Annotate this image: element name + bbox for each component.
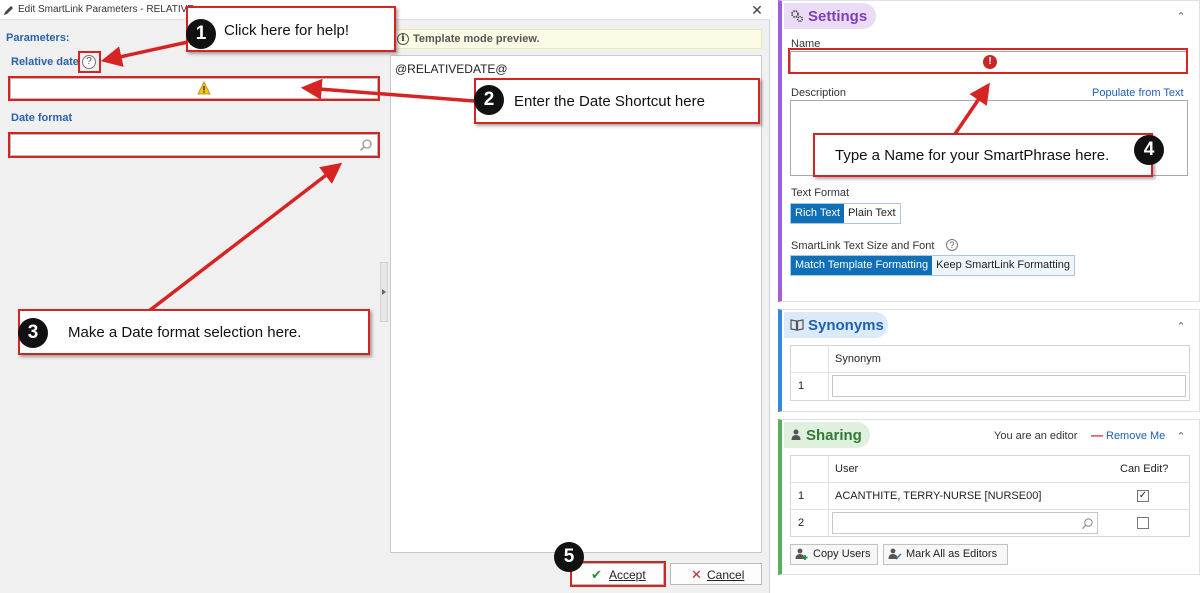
- step-badge-4: 4: [1134, 135, 1164, 165]
- step-badge-2: 2: [474, 85, 504, 115]
- user-column-header: User: [835, 463, 859, 475]
- cancel-label: Cancel: [707, 568, 745, 582]
- rich-text-button[interactable]: Rich Text: [791, 204, 845, 223]
- copy-users-label: Copy Users: [813, 548, 871, 560]
- callout-3: Make a Date format selection here.: [18, 309, 370, 355]
- text-format-toggle: Rich Text Plain Text: [790, 203, 901, 224]
- synonyms-grid: Synonym 1: [790, 345, 1190, 401]
- book-icon: [790, 319, 804, 331]
- font-format-toggle: Match Template Formatting Keep SmartLink…: [790, 255, 1075, 276]
- synonyms-header-row: Synonym: [791, 346, 1189, 373]
- pencil-icon: [4, 6, 13, 15]
- step-badge-5: 5: [554, 542, 584, 572]
- panel-splitter[interactable]: [380, 262, 388, 322]
- date-format-label: Date format: [11, 112, 73, 124]
- step-badge-1: 1: [186, 19, 216, 49]
- can-edit-checkbox[interactable]: ✓: [1137, 490, 1149, 502]
- close-icon[interactable]: ✕: [748, 1, 766, 19]
- chevron-up-icon[interactable]: ⌃: [1174, 430, 1188, 444]
- plain-text-button[interactable]: Plain Text: [844, 204, 900, 223]
- date-format-highlight-box: [8, 132, 380, 158]
- synonyms-section: Synonyms ⌃ Synonym 1: [778, 309, 1200, 412]
- synonym-column-header: Synonym: [835, 353, 881, 365]
- can-edit-checkbox[interactable]: [1137, 517, 1149, 529]
- callout-2: Enter the Date Shortcut here: [474, 78, 760, 124]
- splitter-arrow-icon: [382, 289, 386, 295]
- help-icon[interactable]: ?: [946, 239, 958, 251]
- table-row: 2: [791, 510, 1189, 537]
- chevron-up-icon[interactable]: ⌃: [1174, 320, 1188, 334]
- row-number: 1: [791, 373, 829, 400]
- copy-users-button[interactable]: Copy Users: [790, 544, 878, 565]
- template-preview-area[interactable]: @RELATIVEDATE@: [390, 55, 762, 553]
- dialog-title: Edit SmartLink Parameters - RELATIVE: [18, 4, 194, 15]
- keep-smartlink-formatting-button[interactable]: Keep SmartLink Formatting: [932, 256, 1074, 275]
- relative-date-label: Relative date: [11, 56, 79, 68]
- preview-code: @RELATIVEDATE@: [395, 62, 508, 76]
- text-format-label: Text Format: [791, 187, 850, 199]
- settings-header: Settings: [784, 3, 876, 29]
- remove-me-link[interactable]: Remove Me: [1106, 430, 1165, 442]
- remove-icon: —: [1091, 428, 1103, 442]
- settings-title: Settings: [808, 8, 868, 25]
- cancel-button[interactable]: ✕ Cancel: [670, 563, 762, 585]
- sharing-header: Sharing: [784, 422, 870, 448]
- callout-1: Click here for help!: [186, 6, 396, 52]
- search-icon[interactable]: [1081, 517, 1094, 530]
- can-edit-column-header: Can Edit?: [1120, 463, 1169, 475]
- sharing-section: Sharing You are an editor — Remove Me ⌃ …: [778, 419, 1200, 575]
- font-label: SmartLink Text Size and Font: [791, 240, 935, 252]
- editor-status-text: You are an editor: [994, 430, 1078, 442]
- name-highlight-box: [788, 48, 1188, 74]
- match-template-formatting-button[interactable]: Match Template Formatting: [791, 256, 933, 275]
- preview-bar-text: Template mode preview.: [413, 33, 540, 45]
- row-number: 2: [791, 510, 829, 537]
- callout-4: Type a Name for your SmartPhrase here.: [813, 133, 1153, 177]
- gear-icon: [791, 10, 804, 23]
- row-number-header: [791, 456, 829, 482]
- cancel-x-icon: ✕: [691, 567, 702, 582]
- template-preview-bar: i Template mode preview.: [392, 29, 762, 49]
- sharing-header-row: User Can Edit?: [791, 456, 1189, 483]
- step-badge-3: 3: [18, 318, 48, 348]
- mark-all-editors-button[interactable]: Mark All as Editors: [883, 544, 1008, 565]
- description-label: Description: [791, 87, 847, 99]
- mark-all-editors-label: Mark All as Editors: [906, 548, 998, 560]
- copy-users-icon: [795, 548, 808, 560]
- callout-4-text: Type a Name for your SmartPhrase here.: [835, 147, 1110, 164]
- table-row: 1: [791, 373, 1189, 400]
- row-number: 1: [791, 483, 829, 509]
- relative-date-highlight-box: [8, 76, 380, 101]
- sharing-title: Sharing: [806, 427, 862, 444]
- synonym-input[interactable]: [832, 375, 1186, 397]
- chevron-up-icon[interactable]: ⌃: [1174, 10, 1188, 24]
- populate-from-text-link[interactable]: Populate from Text: [1092, 87, 1184, 99]
- sharing-grid: User Can Edit? 1 ACANTHITE, TERRY-NURSE …: [790, 455, 1190, 537]
- user-search-input[interactable]: [832, 512, 1098, 534]
- table-row: 1 ACANTHITE, TERRY-NURSE [NURSE00] ✓: [791, 483, 1189, 510]
- help-highlight-box: [78, 51, 101, 73]
- callout-1-text: Click here for help!: [224, 22, 350, 39]
- callout-3-text: Make a Date format selection here.: [68, 324, 302, 341]
- parameters-label: Parameters:: [6, 32, 70, 44]
- accept-highlight-box: [570, 561, 666, 587]
- person-icon: [791, 429, 801, 440]
- info-icon: i: [397, 33, 409, 45]
- synonyms-title: Synonyms: [808, 317, 884, 334]
- row-number-header: [791, 346, 829, 372]
- user-name: ACANTHITE, TERRY-NURSE [NURSE00]: [835, 490, 1042, 502]
- synonyms-header: Synonyms: [784, 312, 888, 338]
- mark-editors-icon: [888, 548, 902, 560]
- callout-2-text: Enter the Date Shortcut here: [514, 93, 705, 110]
